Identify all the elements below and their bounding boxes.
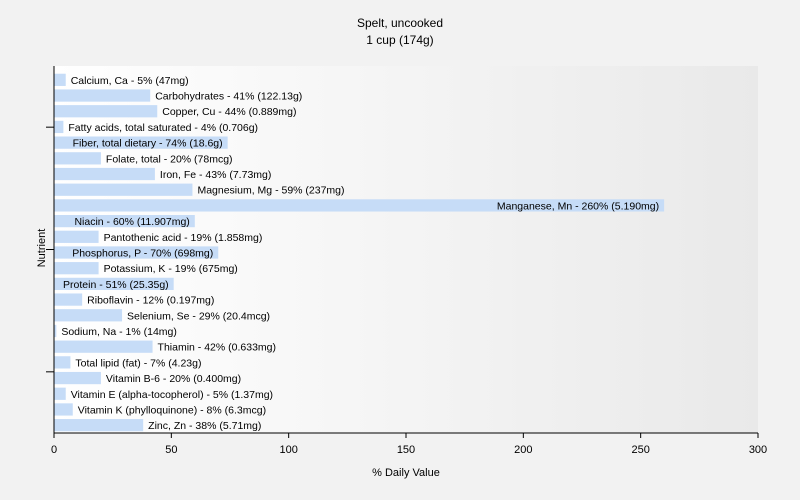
- bar: [54, 167, 155, 181]
- bar: [54, 309, 123, 322]
- bar-label: Vitamin B-6 - 20% (0.400mg): [106, 373, 241, 385]
- bar: [54, 356, 71, 369]
- bar-label: Potassium, K - 19% (675mg): [104, 263, 238, 275]
- bar-label: Protein - 51% (25.35g): [63, 279, 169, 291]
- bar: [54, 340, 153, 353]
- bar-label: Phosphorus, P - 70% (698mg): [72, 248, 213, 260]
- bar-label: Pantothenic acid - 19% (1.858mg): [104, 232, 263, 244]
- bar: [54, 105, 158, 118]
- bar-label: Niacin - 60% (11.907mg): [74, 216, 189, 228]
- bar-label: Fiber, total dietary - 74% (18.6g): [73, 138, 223, 150]
- x-tick-label: 300: [749, 444, 767, 456]
- chart-title: Spelt, uncooked: [357, 16, 443, 30]
- x-tick-label: 100: [279, 444, 297, 456]
- bar: [54, 73, 66, 86]
- bar: [54, 89, 151, 102]
- bar: [54, 371, 101, 385]
- bar-label: Thiamin - 42% (0.633mg): [158, 342, 276, 354]
- x-tick-label: 200: [514, 444, 532, 456]
- bar-label: Total lipid (fat) - 7% (4.23g): [75, 357, 201, 369]
- bar-label: Zinc, Zn - 38% (5.71mg): [148, 420, 261, 432]
- bar: [54, 183, 193, 196]
- x-tick-label: 150: [397, 444, 415, 456]
- bar-label: Calcium, Ca - 5% (47mg): [71, 75, 189, 87]
- bar-label: Selenium, Se - 29% (20.4mcg): [127, 310, 270, 322]
- bar-label: Iron, Fe - 43% (7.73mg): [160, 169, 271, 181]
- x-tick-label: 50: [165, 444, 177, 456]
- bar-label: Carbohydrates - 41% (122.13g): [155, 91, 302, 103]
- bar: [54, 230, 99, 243]
- bar-label: Sodium, Na - 1% (14mg): [61, 326, 177, 338]
- bar-label: Vitamin K (phylloquinone) - 8% (6.3mcg): [78, 404, 266, 416]
- bar: [54, 387, 66, 400]
- bar-label: Fatty acids, total saturated - 4% (0.706…: [68, 122, 258, 134]
- bar-label: Copper, Cu - 44% (0.889mg): [162, 106, 296, 118]
- bar-label: Magnesium, Mg - 59% (237mg): [197, 185, 344, 197]
- bar: [54, 403, 73, 416]
- bar-label: Folate, total - 20% (78mcg): [106, 153, 233, 165]
- bar: [54, 293, 83, 306]
- bar: [54, 152, 101, 165]
- bar: [54, 419, 144, 432]
- bar-label: Vitamin E (alpha-tocopherol) - 5% (1.37m…: [71, 389, 273, 401]
- bar: [54, 262, 99, 275]
- chart-subtitle: 1 cup (174g): [366, 33, 433, 47]
- chart: Calcium, Ca - 5% (47mg) Carbohydrates - 4…: [36, 16, 767, 479]
- y-axis-title: Nutrient: [36, 229, 48, 268]
- x-tick-label: 0: [51, 444, 57, 456]
- bar-label: Riboflavin - 12% (0.197mg): [87, 295, 214, 307]
- x-tick-label: 250: [631, 444, 649, 456]
- x-axis-title: % Daily Value: [372, 467, 440, 479]
- bar-label: Manganese, Mn - 260% (5.190mg): [497, 200, 659, 212]
- bar: [54, 120, 64, 134]
